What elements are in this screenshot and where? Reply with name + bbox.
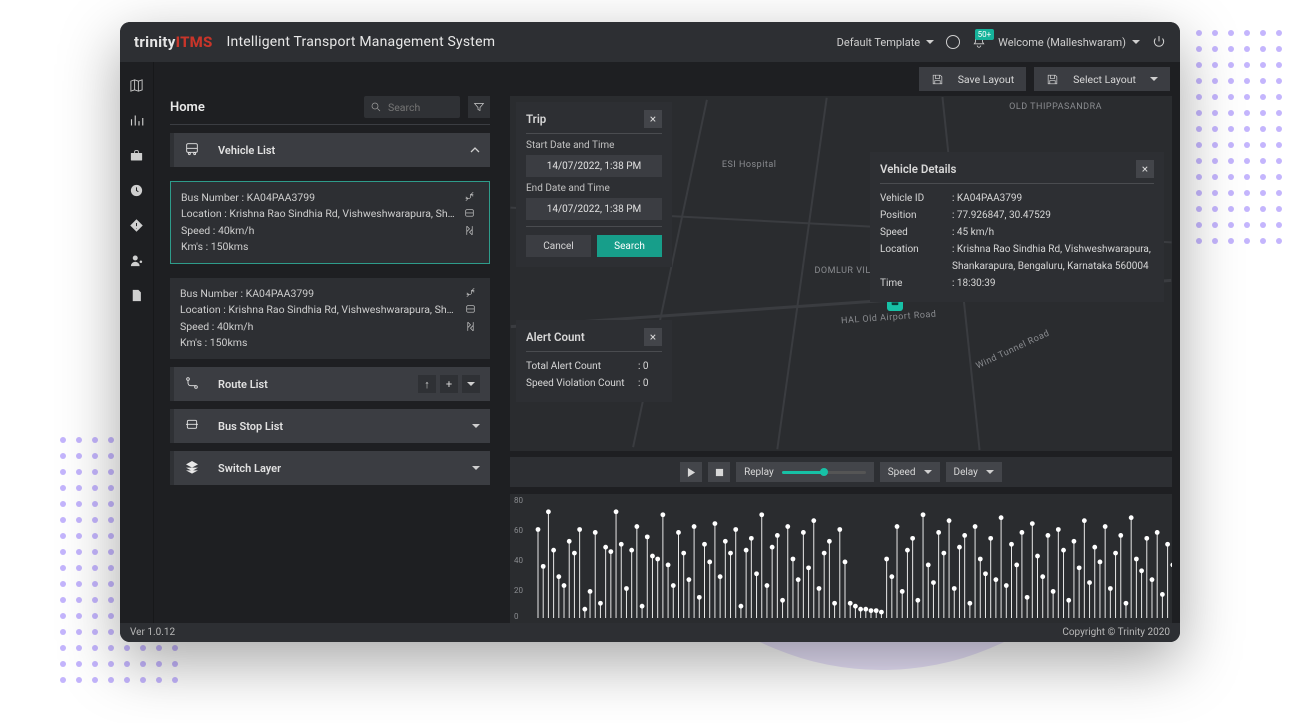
play-icon	[687, 468, 696, 477]
bus-small-icon	[463, 207, 476, 220]
speed-dropdown[interactable]: Speed	[880, 462, 940, 482]
close-alert-button[interactable]: ×	[644, 328, 662, 346]
nav-iconbar	[120, 62, 154, 623]
layers-icon	[184, 459, 200, 478]
app-title: Intelligent Transport Management System	[227, 34, 496, 50]
stop-button[interactable]	[708, 462, 730, 482]
switch-layer-accordion[interactable]: Switch Layer	[170, 451, 490, 485]
map-area: OLD THIPPASANDRA DOMLUR VILLAGE DOMLUR K…	[510, 96, 1172, 623]
filter-button[interactable]	[468, 96, 490, 118]
hint-button[interactable]	[946, 35, 960, 49]
vehicle-details-panel: Vehicle Details× Vehicle ID: KA04PAA3799…	[870, 152, 1164, 302]
bulb-icon	[946, 35, 960, 49]
notification-badge: 50+	[975, 29, 995, 40]
route-list-accordion[interactable]: Route List ↑ +	[170, 367, 490, 401]
play-button[interactable]	[680, 462, 702, 482]
trip-panel: Trip× Start Date and Time 14/07/2022, 1:…	[516, 102, 672, 267]
select-layout-dropdown[interactable]: Select Layout	[1034, 67, 1170, 91]
map-icon	[129, 78, 144, 93]
footer: Ver 1.0.12 Copyright © Trinity 2020	[120, 623, 1180, 642]
chevron-up-icon	[470, 145, 480, 155]
nav-map[interactable]	[129, 78, 144, 93]
notifications-button[interactable]: 50+	[972, 35, 986, 49]
brand-itms: ITMS	[176, 33, 213, 51]
busstop-list-accordion[interactable]: Bus Stop List	[170, 409, 490, 443]
topbar: trinityITMS Intelligent Transport Manage…	[120, 22, 1180, 62]
save-icon	[1046, 73, 1059, 86]
route-expand-button[interactable]	[462, 375, 480, 393]
vehicle-card[interactable]: Bus Number : KA04PAA3799 Location : Kris…	[170, 181, 490, 264]
nav-analytics[interactable]	[129, 113, 144, 128]
map-label: OLD THIPPASANDRA	[1009, 102, 1102, 112]
alert-panel: Alert Count× Total Alert Count: 0 Speed …	[516, 320, 672, 402]
nav-jobs[interactable]	[129, 148, 144, 163]
nav-schedule[interactable]	[129, 183, 144, 198]
template-dropdown[interactable]: Default Template	[837, 36, 935, 49]
route-icon	[184, 375, 200, 394]
nav-reports[interactable]	[129, 288, 144, 303]
briefcase-icon	[129, 148, 144, 163]
bus-icon	[184, 141, 200, 160]
vehicle-list-accordion[interactable]: Vehicle List	[170, 133, 490, 167]
save-layout-button[interactable]: Save Layout	[919, 67, 1026, 91]
start-datetime-input[interactable]: 14/07/2022, 1:38 PM	[526, 155, 662, 177]
power-icon	[1152, 35, 1166, 49]
map-label: ESI Hospital	[722, 160, 777, 170]
trip-cancel-button[interactable]: Cancel	[526, 235, 591, 257]
nav-alerts[interactable]	[129, 218, 144, 233]
map-canvas[interactable]: OLD THIPPASANDRA DOMLUR VILLAGE DOMLUR K…	[510, 96, 1172, 451]
user-dropdown[interactable]: Welcome (Malleshwaram)	[998, 36, 1140, 49]
save-icon	[931, 73, 944, 86]
nav-users[interactable]	[129, 253, 144, 268]
brand-trinity: trinity	[134, 33, 176, 51]
route-add-button[interactable]: +	[440, 375, 458, 393]
trip-search-button[interactable]: Search	[597, 235, 662, 257]
copyright-label: Copyright © Trinity 2020	[1062, 627, 1170, 638]
playback-bar: Replay Speed Delay	[510, 457, 1172, 487]
map-label: HAL Old Airport Road	[841, 309, 937, 326]
document-icon	[129, 288, 144, 303]
close-details-button[interactable]: ×	[1136, 160, 1154, 178]
stop-icon	[715, 468, 724, 477]
end-datetime-input[interactable]: 14/07/2022, 1:38 PM	[526, 198, 662, 220]
left-panel: Home Vehicle List	[154, 96, 502, 623]
track-icon	[463, 224, 476, 237]
alert-icon	[129, 218, 144, 233]
user-icon	[129, 253, 144, 268]
map-label: Wind Tunnel Road	[975, 328, 1052, 371]
version-label: Ver 1.0.12	[130, 627, 175, 638]
route-icon	[464, 286, 477, 299]
delay-dropdown[interactable]: Delay	[946, 462, 1002, 482]
bus-small-icon	[464, 303, 477, 316]
close-trip-button[interactable]: ×	[644, 110, 662, 128]
layout-toolbar: Save Layout Select Layout	[154, 62, 1180, 96]
app-window: trinityITMS Intelligent Transport Manage…	[120, 22, 1180, 642]
speed-chart: 80 60 40 20 0	[510, 493, 1172, 623]
decorative-dots	[1196, 30, 1282, 244]
bars-icon	[129, 113, 144, 128]
track-icon	[464, 320, 477, 333]
vehicle-card[interactable]: Bus Number : KA04PAA3799 Location : Kris…	[170, 278, 490, 359]
route-sort-button[interactable]: ↑	[418, 375, 436, 393]
page-title: Home	[170, 100, 205, 115]
busstop-icon	[184, 417, 200, 436]
logout-button[interactable]	[1152, 35, 1166, 49]
filter-icon	[473, 101, 485, 113]
search-icon	[370, 101, 382, 113]
replay-slider[interactable]: Replay	[736, 462, 874, 482]
clock-icon	[129, 183, 144, 198]
route-icon	[463, 190, 476, 203]
